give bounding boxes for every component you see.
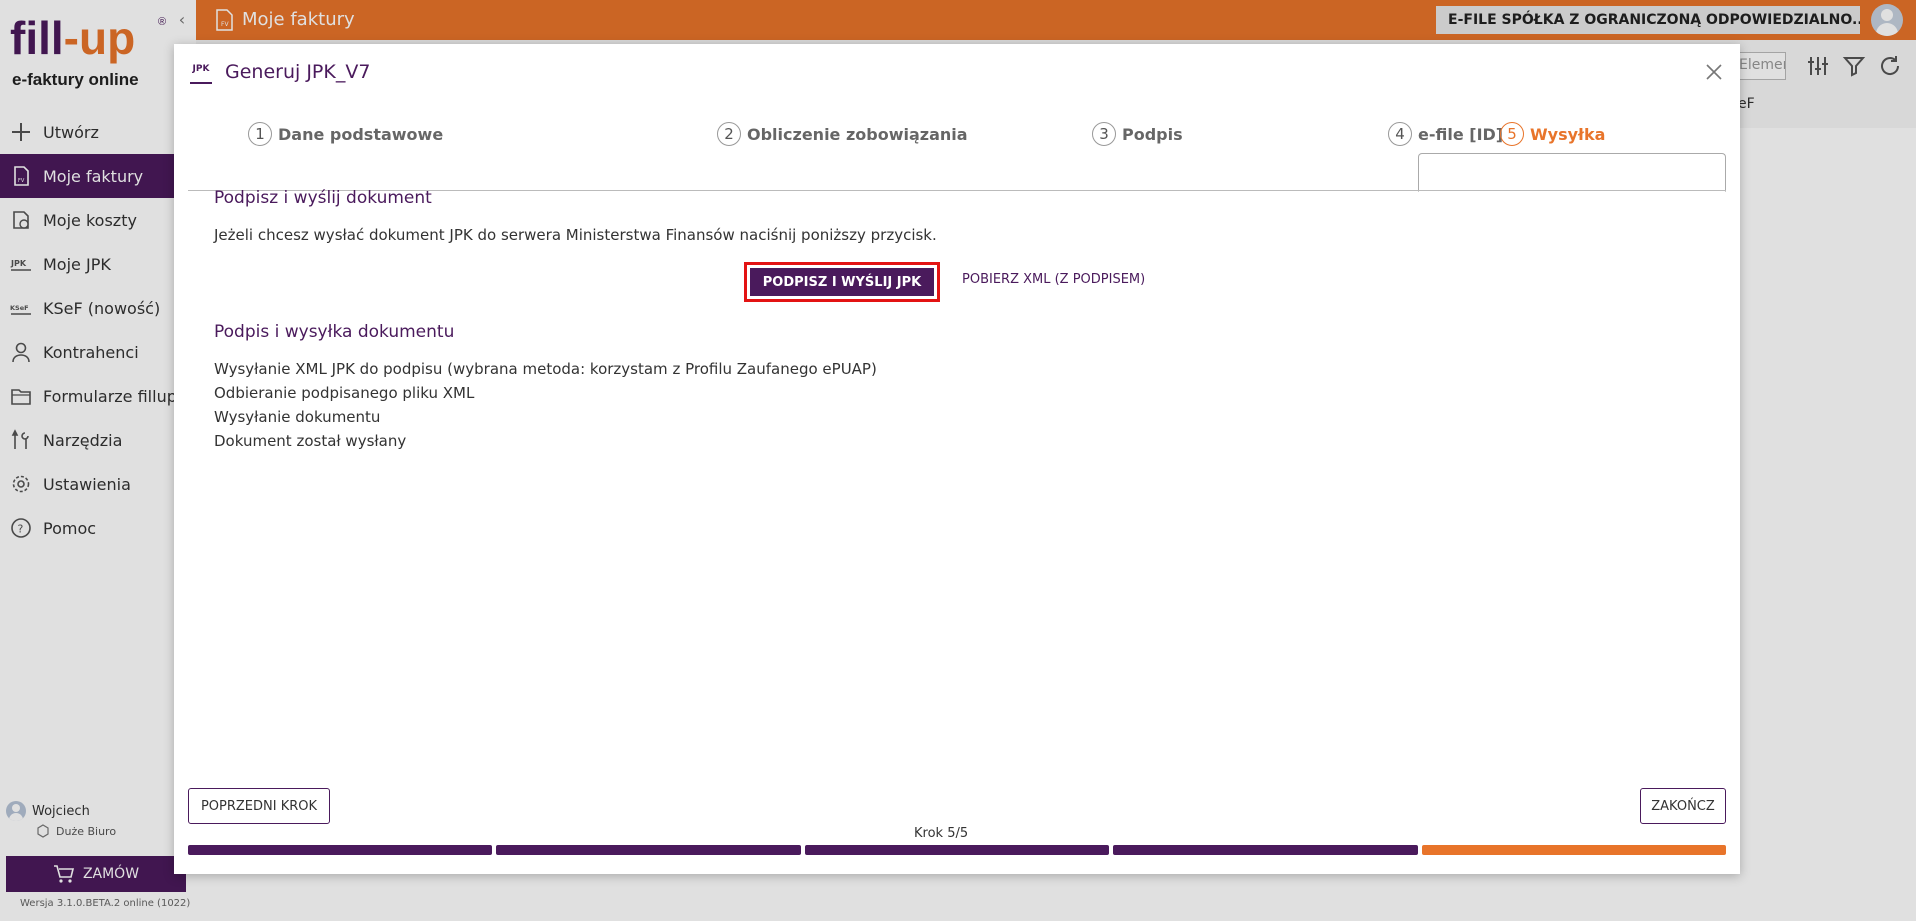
generate-jpk-dialog: JPK Generuj JPK_V7 1 Dane podstawowe 2 Obl… [174, 44, 1740, 874]
download-xml-link[interactable]: POBIERZ XML (Z PODPISEM) [962, 272, 1145, 287]
progress-segment [804, 845, 1110, 855]
previous-step-button[interactable]: POPRZEDNI KROK [188, 788, 330, 824]
active-step-tab [1418, 153, 1726, 192]
step-counter: Krok 5/5 [914, 826, 969, 841]
sign-and-send-button-highlight[interactable]: PODPISZ I WYŚLIJ JPK [744, 262, 940, 302]
step-efile-id[interactable]: 4 e-file [ID] [1388, 122, 1503, 146]
close-icon[interactable] [1704, 62, 1724, 82]
step-signature[interactable]: 3 Podpis [1092, 122, 1183, 146]
sign-and-send-button[interactable]: PODPISZ I WYŚLIJ JPK [750, 268, 934, 296]
wizard-steps: 1 Dane podstawowe 2 Obliczenie zobowiązani… [188, 108, 1726, 192]
progress-segment [496, 845, 801, 855]
section-sign-send-text: Jeżeli chcesz wysłać dokument JPK do ser… [214, 226, 937, 244]
log-line: Dokument został wysłany [214, 432, 407, 450]
dialog-title: Generuj JPK_V7 [225, 61, 371, 83]
step-liability-calculation[interactable]: 2 Obliczenie zobowiązania [717, 122, 968, 146]
wizard-progress-bar [188, 845, 1727, 855]
finish-button[interactable]: ZAKOŃCZ [1640, 788, 1726, 824]
progress-segment [188, 845, 493, 855]
section-sign-send-title: Podpisz i wyślij dokument [214, 188, 432, 208]
jpk-icon: JPK [190, 62, 212, 84]
section-log-title: Podpis i wysyłka dokumentu [214, 322, 455, 342]
step-sending[interactable]: 5 Wysyłka [1500, 122, 1605, 146]
progress-segment [1113, 845, 1418, 855]
step-basic-data[interactable]: 1 Dane podstawowe [248, 122, 443, 146]
log-line: Wysyłanie XML JPK do podpisu (wybrana me… [214, 360, 877, 378]
progress-segment [1421, 845, 1727, 855]
log-line: Wysyłanie dokumentu [214, 408, 381, 426]
log-line: Odbieranie podpisanego pliku XML [214, 384, 475, 402]
